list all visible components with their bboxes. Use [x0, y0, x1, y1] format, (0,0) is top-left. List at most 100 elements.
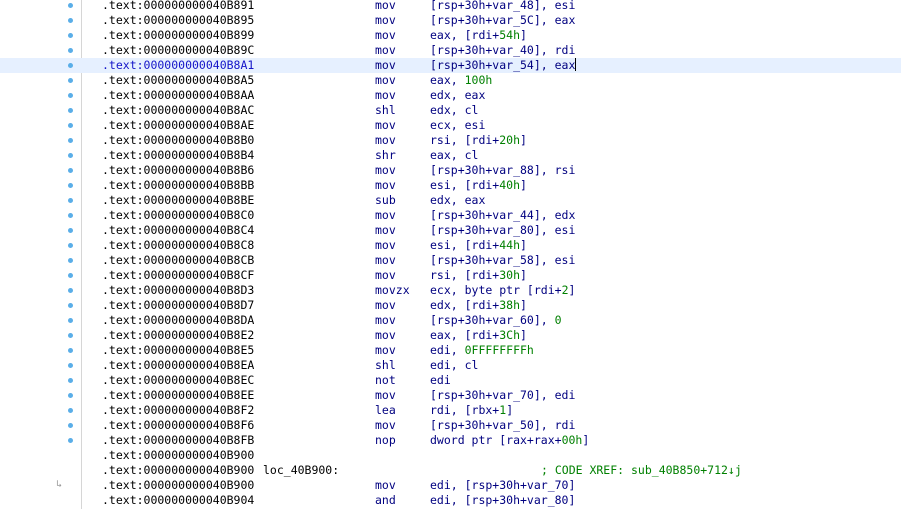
instruction-operands[interactable]: rsi, [rdi+30h] [430, 268, 527, 283]
disasm-line[interactable]: .text:000000000040B891 mov [rsp+30h+var_48… [0, 0, 901, 13]
disasm-line[interactable]: .text:000000000040B8D3 movzx ecx, byte ptr… [0, 283, 901, 298]
breakpoint-dot-icon[interactable] [68, 273, 73, 278]
breakpoint-dot-icon[interactable] [68, 258, 73, 263]
instruction-mnemonic[interactable]: mov [375, 268, 396, 283]
instruction-operands[interactable]: edi, [rsp+30h+var_70] [430, 478, 575, 493]
disasm-line[interactable]: .text:000000000040B8B6 mov [rsp+30h+var_88… [0, 163, 901, 178]
instruction-operands[interactable]: eax, [rdi+3Ch] [430, 328, 527, 343]
disasm-line[interactable]: .text:000000000040B900 [0, 448, 901, 463]
breakpoint-dot-icon[interactable] [68, 243, 73, 248]
disasm-line[interactable]: .text:000000000040B8F2 lea rdi, [rbx+1] [0, 403, 901, 418]
line-address[interactable]: .text:000000000040B900 [102, 478, 254, 493]
line-address[interactable]: .text:000000000040B8F6 [102, 418, 254, 433]
disasm-line[interactable]: .text:000000000040B8B0 mov rsi, [rdi+20h] [0, 133, 901, 148]
instruction-operands[interactable]: edx, [rdi+38h] [430, 298, 527, 313]
disasm-line[interactable]: .text:000000000040B8DA mov [rsp+30h+var_60… [0, 313, 901, 328]
disassembly-listing[interactable]: .text:000000000040B891 mov [rsp+30h+var_48… [0, 0, 901, 508]
breakpoint-dot-icon[interactable] [68, 198, 73, 203]
line-address[interactable]: .text:000000000040B8A1 [102, 58, 254, 73]
breakpoint-dot-icon[interactable] [68, 378, 73, 383]
instruction-mnemonic[interactable]: mov [375, 418, 396, 433]
breakpoint-dot-icon[interactable] [68, 318, 73, 323]
breakpoint-dot-icon[interactable] [68, 183, 73, 188]
breakpoint-dot-icon[interactable] [68, 138, 73, 143]
instruction-operands[interactable]: [rsp+30h+var_58], esi [430, 253, 575, 268]
instruction-mnemonic[interactable]: mov [375, 163, 396, 178]
instruction-operands[interactable]: [rsp+30h+var_40], rdi [430, 43, 575, 58]
instruction-operands[interactable]: [rsp+30h+var_80], esi [430, 223, 575, 238]
line-address[interactable]: .text:000000000040B8DA [102, 313, 254, 328]
instruction-operands[interactable]: [rsp+30h+var_88], rsi [430, 163, 575, 178]
instruction-mnemonic[interactable]: mov [375, 178, 396, 193]
line-address[interactable]: .text:000000000040B8D3 [102, 283, 254, 298]
disasm-line[interactable]: .text:000000000040B8AA mov edx, eax [0, 88, 901, 103]
line-address[interactable]: .text:000000000040B8B0 [102, 133, 254, 148]
line-address[interactable]: .text:000000000040B8C8 [102, 238, 254, 253]
breakpoint-dot-icon[interactable] [68, 408, 73, 413]
instruction-mnemonic[interactable]: mov [375, 0, 396, 13]
breakpoint-dot-icon[interactable] [68, 3, 73, 8]
breakpoint-dot-icon[interactable] [68, 363, 73, 368]
instruction-mnemonic[interactable]: shl [375, 358, 396, 373]
instruction-mnemonic[interactable]: mov [375, 208, 396, 223]
disasm-line[interactable]: .text:000000000040B8B4 shr eax, cl [0, 148, 901, 163]
instruction-operands[interactable]: edx, eax [430, 88, 485, 103]
instruction-mnemonic[interactable]: mov [375, 133, 396, 148]
instruction-mnemonic[interactable]: mov [375, 118, 396, 133]
breakpoint-dot-icon[interactable] [68, 153, 73, 158]
instruction-mnemonic[interactable]: mov [375, 313, 396, 328]
instruction-mnemonic[interactable]: mov [375, 328, 396, 343]
instruction-operands[interactable]: edi, [rsp+30h+var_80] [430, 493, 575, 508]
instruction-operands[interactable]: eax, cl [430, 148, 478, 163]
line-address[interactable]: .text:000000000040B904 [102, 493, 254, 508]
instruction-operands[interactable]: esi, [rdi+40h] [430, 178, 527, 193]
line-address[interactable]: .text:000000000040B8AC [102, 103, 254, 118]
instruction-operands[interactable]: edi, 0FFFFFFFFh [430, 343, 534, 358]
instruction-mnemonic[interactable]: mov [375, 88, 396, 103]
disasm-line[interactable]: .text:000000000040B8EC not edi [0, 373, 901, 388]
breakpoint-dot-icon[interactable] [68, 288, 73, 293]
line-address[interactable]: .text:000000000040B8B4 [102, 148, 254, 163]
instruction-operands[interactable]: [rsp+30h+var_44], edx [430, 208, 575, 223]
instruction-mnemonic[interactable]: mov [375, 298, 396, 313]
disasm-line[interactable]: .text:000000000040B8FB nop dword ptr [rax+… [0, 433, 901, 448]
line-address[interactable]: .text:000000000040B900 [102, 463, 254, 478]
breakpoint-dot-icon[interactable] [68, 423, 73, 428]
disasm-line[interactable]: .text:000000000040B8E2 mov eax, [rdi+3Ch] [0, 328, 901, 343]
line-address[interactable]: .text:000000000040B8C4 [102, 223, 254, 238]
instruction-operands[interactable]: dword ptr [rax+rax+00h] [430, 433, 589, 448]
breakpoint-dot-icon[interactable] [68, 123, 73, 128]
instruction-mnemonic[interactable]: mov [375, 58, 396, 73]
disasm-line[interactable]: .text:000000000040B8CF mov rsi, [rdi+30h] [0, 268, 901, 283]
instruction-mnemonic[interactable]: mov [375, 343, 396, 358]
instruction-mnemonic[interactable]: mov [375, 43, 396, 58]
line-address[interactable]: .text:000000000040B8D7 [102, 298, 254, 313]
breakpoint-dot-icon[interactable] [68, 303, 73, 308]
breakpoint-dot-icon[interactable] [68, 438, 73, 443]
disasm-line[interactable]: .text:000000000040B89C mov [rsp+30h+var_40… [0, 43, 901, 58]
instruction-operands[interactable]: ecx, byte ptr [rdi+2] [430, 283, 575, 298]
disasm-line[interactable]: .text:000000000040B8C4 mov [rsp+30h+var_80… [0, 223, 901, 238]
disasm-line[interactable]: .text:000000000040B904 and edi, [rsp+30h+v… [0, 493, 901, 508]
breakpoint-dot-icon[interactable] [68, 48, 73, 53]
disasm-line[interactable]: .text:000000000040B8BB mov esi, [rdi+40h] [0, 178, 901, 193]
instruction-mnemonic[interactable]: shl [375, 103, 396, 118]
line-address[interactable]: .text:000000000040B8EA [102, 358, 254, 373]
instruction-mnemonic[interactable]: sub [375, 193, 396, 208]
line-address[interactable]: .text:000000000040B900 [102, 448, 254, 463]
instruction-mnemonic[interactable]: mov [375, 238, 396, 253]
instruction-operands[interactable]: rdi, [rbx+1] [430, 403, 513, 418]
disasm-line[interactable]: .text:000000000040B8AC shl edx, cl [0, 103, 901, 118]
disasm-line[interactable]: .text:000000000040B8F6 mov [rsp+30h+var_50… [0, 418, 901, 433]
instruction-mnemonic[interactable]: not [375, 373, 396, 388]
line-address[interactable]: .text:000000000040B8AA [102, 88, 254, 103]
code-label[interactable]: loc_40B900: [263, 463, 339, 478]
instruction-operands[interactable]: [rsp+30h+var_48], esi [430, 0, 575, 13]
line-address[interactable]: .text:000000000040B8BB [102, 178, 254, 193]
disasm-line[interactable]: ↳ .text:000000000040B900 mov edi, [rsp+30h+… [0, 478, 901, 493]
line-address[interactable]: .text:000000000040B8BE [102, 193, 254, 208]
breakpoint-dot-icon[interactable] [68, 168, 73, 173]
instruction-operands[interactable]: [rsp+30h+var_60], 0 [430, 313, 562, 328]
instruction-mnemonic[interactable]: mov [375, 253, 396, 268]
breakpoint-dot-icon[interactable] [68, 93, 73, 98]
